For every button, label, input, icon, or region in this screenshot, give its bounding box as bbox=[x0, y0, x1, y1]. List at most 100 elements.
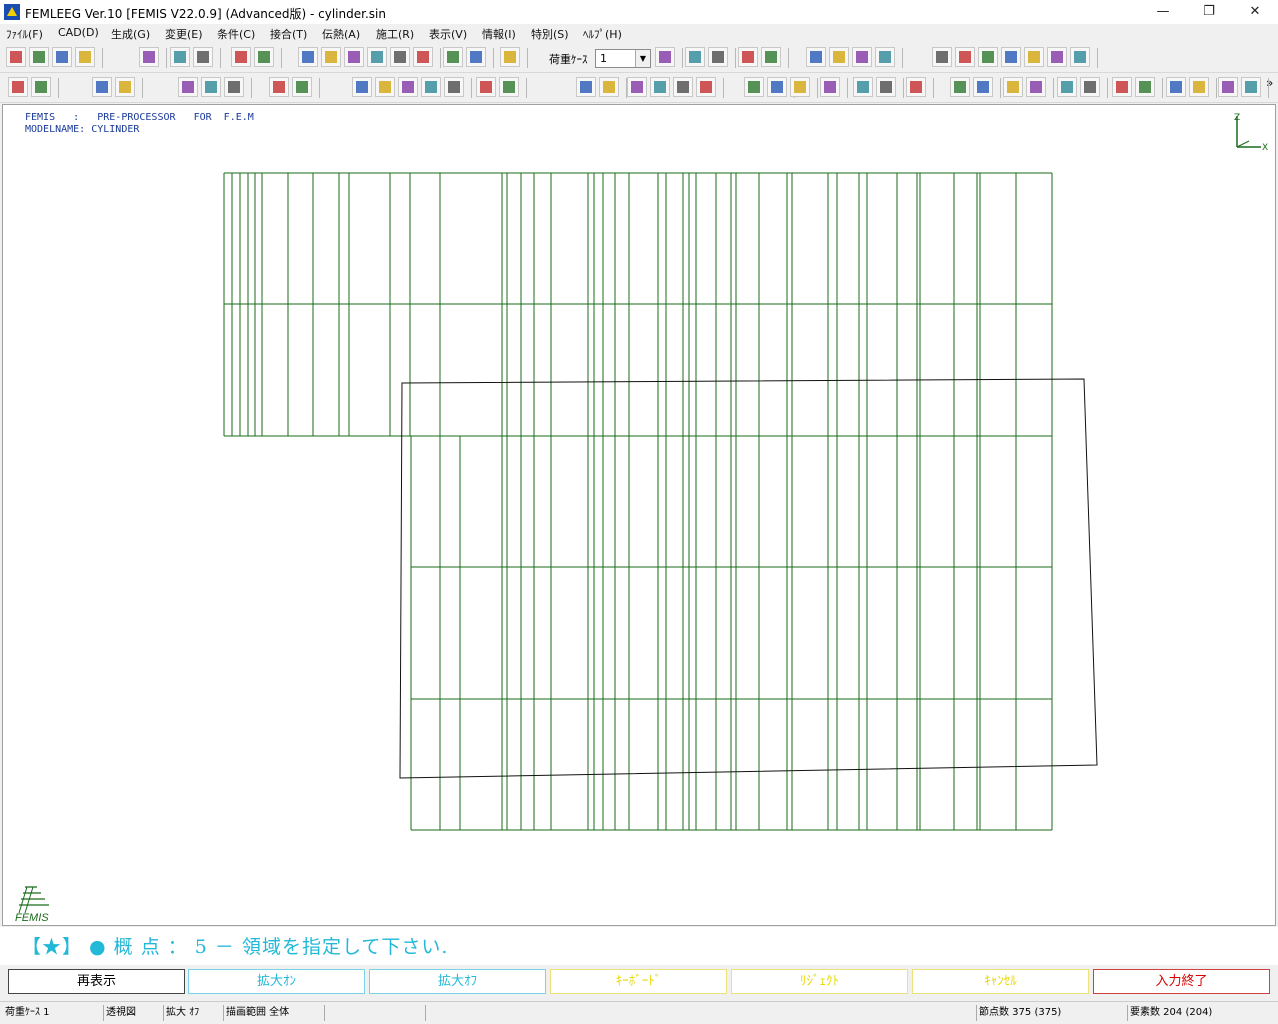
tb1-save-icon[interactable] bbox=[761, 47, 781, 67]
tb1-support-icon[interactable] bbox=[413, 47, 433, 67]
tb1-element-icon[interactable] bbox=[298, 47, 318, 67]
menu-special[interactable]: 特別(S) bbox=[531, 26, 569, 42]
tb2-support-icon[interactable] bbox=[476, 77, 496, 97]
drawing-canvas[interactable]: FEMIS : PRE-PROCESSOR FOR F.E.M MODELNAM… bbox=[2, 104, 1276, 926]
tb2-view-icon[interactable] bbox=[499, 77, 519, 97]
menu-info[interactable]: 情報(I) bbox=[482, 26, 516, 42]
tb1-print-icon[interactable] bbox=[806, 47, 826, 67]
tb2-export-icon[interactable] bbox=[790, 77, 810, 97]
redraw-button[interactable]: 再表示 bbox=[8, 969, 185, 994]
menu-construction[interactable]: 施工(R) bbox=[376, 26, 414, 42]
tb1-move-icon[interactable] bbox=[1047, 47, 1067, 67]
tb1-print-icon[interactable] bbox=[75, 47, 95, 67]
tb2-node-icon[interactable] bbox=[853, 77, 873, 97]
tb2-arc-icon[interactable] bbox=[292, 77, 312, 97]
menu-joint[interactable]: 接合(T) bbox=[270, 26, 307, 42]
tb2-new-icon[interactable] bbox=[8, 77, 28, 97]
tb2-load-icon[interactable] bbox=[1057, 77, 1077, 97]
tb2-support-icon[interactable] bbox=[1080, 77, 1100, 97]
tb2-check-icon[interactable] bbox=[650, 77, 670, 97]
tb1-arc-icon[interactable] bbox=[254, 47, 274, 67]
tb1-element-icon[interactable] bbox=[978, 47, 998, 67]
load-case-select[interactable]: 1 ▼ bbox=[595, 49, 651, 68]
tb2-delete-icon[interactable] bbox=[1189, 77, 1209, 97]
finish-input-button[interactable]: 入力終了 bbox=[1093, 969, 1270, 994]
tb2-open-icon[interactable] bbox=[696, 77, 716, 97]
tb1-delete-icon[interactable] bbox=[655, 47, 675, 67]
menu-view[interactable]: 表示(V) bbox=[429, 26, 467, 42]
tb2-new-icon[interactable] bbox=[1241, 77, 1261, 97]
tb1-load-icon[interactable] bbox=[390, 47, 410, 67]
keyboard-button[interactable]: ｷｰﾎﾞｰﾄﾞ bbox=[550, 969, 727, 994]
tb2-rotate-icon[interactable] bbox=[576, 77, 596, 97]
tb1-export-icon[interactable] bbox=[829, 47, 849, 67]
tb2-element-icon[interactable] bbox=[950, 77, 970, 97]
tb1-mesh-icon[interactable] bbox=[321, 47, 341, 67]
tb2-select-icon[interactable] bbox=[599, 77, 619, 97]
tb1-new-icon[interactable] bbox=[6, 47, 26, 67]
mesh-view[interactable] bbox=[3, 105, 1275, 925]
tb2-line-icon[interactable] bbox=[876, 77, 896, 97]
zoom-on-button[interactable]: 拡大ｵﾝ bbox=[188, 969, 365, 994]
tb2-line-icon[interactable] bbox=[269, 77, 289, 97]
tb2-print-icon[interactable] bbox=[115, 77, 135, 97]
tb2-mesh-icon[interactable] bbox=[375, 77, 395, 97]
tb2-settings-icon[interactable] bbox=[201, 77, 221, 97]
tb2-element-icon[interactable] bbox=[352, 77, 372, 97]
tb1-open-icon[interactable] bbox=[29, 47, 49, 67]
app-icon[interactable] bbox=[4, 4, 20, 20]
restore-button[interactable]: ❐ bbox=[1186, 0, 1232, 24]
tb1-load-icon[interactable] bbox=[1070, 47, 1090, 67]
menu-heat[interactable]: 伝熱(A) bbox=[322, 26, 360, 42]
reject-button[interactable]: ﾘｼﾞｪｸﾄ bbox=[731, 969, 908, 994]
tb1-settings-icon[interactable] bbox=[852, 47, 872, 67]
tb2-mesh-icon[interactable] bbox=[973, 77, 993, 97]
tb2-save-icon[interactable] bbox=[744, 77, 764, 97]
tb1-view-icon[interactable] bbox=[443, 47, 463, 67]
tb2-move-icon[interactable] bbox=[421, 77, 441, 97]
tb1-copy-icon[interactable] bbox=[1024, 47, 1044, 67]
tb2-select-icon[interactable] bbox=[1166, 77, 1186, 97]
tb2-save-icon[interactable] bbox=[92, 77, 112, 97]
close-button[interactable]: ✕ bbox=[1232, 0, 1278, 24]
minimize-button[interactable]: — bbox=[1140, 0, 1186, 24]
tb1-check-icon[interactable] bbox=[685, 47, 705, 67]
tb1-arc-icon[interactable] bbox=[955, 47, 975, 67]
tb2-new-icon[interactable] bbox=[673, 77, 693, 97]
menu-cad[interactable]: CAD(D) bbox=[58, 26, 99, 39]
cancel-button[interactable]: ｷｬﾝｾﾙ bbox=[912, 969, 1089, 994]
tb2-settings-icon[interactable] bbox=[820, 77, 840, 97]
tb1-copy-icon[interactable] bbox=[344, 47, 364, 67]
tb2-move-icon[interactable] bbox=[1026, 77, 1046, 97]
tb2-export-icon[interactable] bbox=[178, 77, 198, 97]
tb1-move-icon[interactable] bbox=[367, 47, 387, 67]
menu-generate[interactable]: 生成(G) bbox=[111, 26, 150, 42]
tb1-node-icon[interactable] bbox=[875, 47, 895, 67]
menu-condition[interactable]: 条件(C) bbox=[217, 26, 255, 42]
tb2-print-icon[interactable] bbox=[767, 77, 787, 97]
tb1-node-icon[interactable] bbox=[193, 47, 213, 67]
tb2-copy-icon[interactable] bbox=[398, 77, 418, 97]
tb2-view-icon[interactable] bbox=[1112, 77, 1132, 97]
tb2-rotate-icon[interactable] bbox=[1135, 77, 1155, 97]
chevron-down-icon[interactable]: ▼ bbox=[635, 50, 650, 67]
tb1-line-icon[interactable] bbox=[932, 47, 952, 67]
tb1-mesh-icon[interactable] bbox=[1001, 47, 1021, 67]
tb1-settings-icon[interactable] bbox=[170, 47, 190, 67]
tb2-delete-icon[interactable] bbox=[627, 77, 647, 97]
tb2-copy-icon[interactable] bbox=[1003, 77, 1023, 97]
tb2-load-icon[interactable] bbox=[444, 77, 464, 97]
tb1-save-icon[interactable] bbox=[52, 47, 72, 67]
tb2-check-icon[interactable] bbox=[1218, 77, 1238, 97]
tb1-rotate-icon[interactable] bbox=[466, 47, 486, 67]
tb1-open-icon[interactable] bbox=[738, 47, 758, 67]
tb2-arc-icon[interactable] bbox=[906, 77, 926, 97]
tb2-open-icon[interactable] bbox=[31, 77, 51, 97]
menu-help[interactable]: ﾍﾙﾌﾟ(H) bbox=[583, 26, 622, 42]
tb1-line-icon[interactable] bbox=[231, 47, 251, 67]
tb1-new-icon[interactable] bbox=[708, 47, 728, 67]
tb2-node-icon[interactable] bbox=[224, 77, 244, 97]
menu-change[interactable]: 変更(E) bbox=[165, 26, 203, 42]
zoom-off-button[interactable]: 拡大ｵﾌ bbox=[369, 969, 546, 994]
tb1-export-icon[interactable] bbox=[139, 47, 159, 67]
